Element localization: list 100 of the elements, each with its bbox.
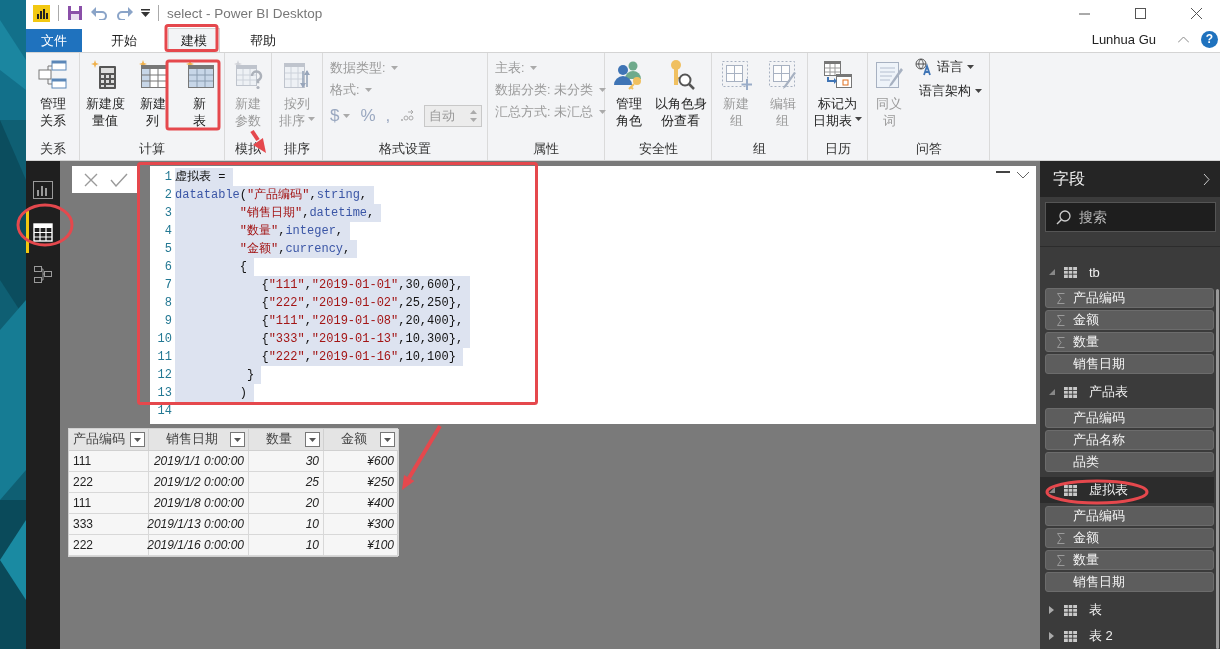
table-cell: 111 xyxy=(69,493,149,514)
column-title: 金额 xyxy=(340,431,368,448)
table-cell: 111 xyxy=(69,451,149,472)
ribbon-button[interactable]: 语言 xyxy=(915,57,982,77)
user-name: Lunhua Gu xyxy=(1091,31,1156,47)
line-number: 7 xyxy=(163,277,172,294)
help-button[interactable]: ? xyxy=(1201,30,1218,48)
filter-dropdown-icon[interactable] xyxy=(230,432,245,447)
annotation-arrow xyxy=(250,129,266,153)
column-title: 产品编码 xyxy=(73,431,125,448)
group-label: 排序 xyxy=(284,141,310,158)
column-title: 销售日期 xyxy=(164,431,219,448)
check-icon[interactable] xyxy=(110,172,128,187)
group-label: 组 xyxy=(753,141,766,158)
group-label: 属性 xyxy=(533,141,559,158)
table-cell: 2019/1/1 0:00:00 xyxy=(149,451,249,472)
line-number: 2 xyxy=(163,187,172,204)
table-item[interactable]: 产品表 xyxy=(1040,379,1214,405)
calendar-icon xyxy=(821,59,854,91)
ribbon-button[interactable]: 以角色身 份查看 xyxy=(653,57,708,132)
filter-dropdown-icon[interactable] xyxy=(305,432,320,447)
line-number: 10 xyxy=(156,331,172,348)
table-cell: ¥400 xyxy=(324,493,399,514)
table-cell: ¥250 xyxy=(324,472,399,493)
scrollbar[interactable] xyxy=(1216,289,1219,649)
table-icon xyxy=(1064,604,1077,616)
field-item[interactable]: 产品编码 xyxy=(1045,408,1214,428)
table-cell: ¥300 xyxy=(324,514,399,535)
ribbon-button[interactable]: 新建度 量值 xyxy=(84,57,126,132)
save-icon[interactable] xyxy=(67,5,83,21)
field-item[interactable]: 金额 xyxy=(1045,528,1214,548)
line-number: 12 xyxy=(156,367,172,384)
line-number: 11 xyxy=(156,349,172,366)
pane-title: 字段 xyxy=(1053,168,1085,189)
line-number: 6 xyxy=(163,259,172,276)
field-item[interactable]: 销售日期 xyxy=(1045,354,1214,374)
group-label: 安全性 xyxy=(638,141,678,158)
cancel-icon[interactable] xyxy=(84,172,98,187)
field-item[interactable]: 产品编码 xyxy=(1045,288,1214,308)
redo-icon[interactable] xyxy=(116,6,133,20)
filter-dropdown-icon[interactable] xyxy=(380,432,395,447)
table-cell: 20 xyxy=(249,493,324,514)
search-input[interactable]: 搜索 xyxy=(1079,203,1215,231)
table-item[interactable]: tb xyxy=(1040,259,1214,285)
table-cell: 222 xyxy=(69,472,149,493)
maximize-icon[interactable] xyxy=(1134,7,1146,19)
search-field[interactable]: 搜索 xyxy=(1045,202,1216,232)
field-item[interactable]: 产品编码 xyxy=(1045,506,1214,526)
table-cell: ¥600 xyxy=(324,451,399,472)
ribbon-button[interactable]: 新建 列 xyxy=(132,57,173,132)
table-cell: 2019/1/2 0:00:00 xyxy=(149,472,249,493)
ribbon-button[interactable]: 标记为 日期表 xyxy=(812,57,863,132)
caret-icon xyxy=(391,66,399,70)
table-item[interactable]: 表 xyxy=(1040,597,1214,623)
group-label: 日历 xyxy=(824,141,851,158)
field-item[interactable]: 品类 xyxy=(1045,452,1214,472)
table-cell: ¥100 xyxy=(324,535,399,556)
field-item[interactable]: 产品名称 xyxy=(1045,430,1214,450)
table-cell: 10 xyxy=(249,535,324,556)
group-label: 计算 xyxy=(139,141,165,158)
customize-icon[interactable] xyxy=(141,9,150,17)
table-cell: 2019/1/13 0:00:00 xyxy=(149,514,249,535)
formula-editor[interactable] xyxy=(150,166,1036,424)
annotation-box xyxy=(165,59,221,131)
language-icon xyxy=(915,58,933,76)
ribbon-tab[interactable]: 开始 xyxy=(82,29,166,52)
ribbon-button[interactable]: 新 表 xyxy=(179,57,220,132)
table-icon xyxy=(1064,386,1077,398)
search-icon xyxy=(1056,209,1071,225)
table-cell: 2019/1/16 0:00:00 xyxy=(149,535,249,556)
ribbon-tab[interactable]: 帮助 xyxy=(220,29,306,52)
table-cell: 25 xyxy=(249,472,324,493)
field-item[interactable]: 数量 xyxy=(1045,550,1214,570)
window-title: select - Power BI Desktop xyxy=(167,5,323,21)
ribbon-button[interactable]: 管理 角色 xyxy=(608,57,649,132)
chevron-right-icon[interactable] xyxy=(1203,172,1210,186)
field-item[interactable]: 金额 xyxy=(1045,310,1214,330)
grid-pen-icon xyxy=(766,59,799,91)
undo-icon[interactable] xyxy=(91,6,108,20)
table-item[interactable]: 表 2 xyxy=(1040,623,1214,649)
chevron-down-icon[interactable] xyxy=(1016,171,1030,179)
line-number: 5 xyxy=(163,241,172,258)
line-number: 3 xyxy=(163,205,172,222)
table-icon xyxy=(33,222,53,242)
table-cell: 30 xyxy=(249,451,324,472)
ribbon-button[interactable]: 管理 关系 xyxy=(32,57,73,132)
group-label: 关系 xyxy=(39,141,66,158)
annotation-arrow xyxy=(402,424,442,490)
close-icon[interactable] xyxy=(1190,7,1202,19)
ribbon-button[interactable]: 语言架构 xyxy=(915,81,982,101)
field-item[interactable]: 数量 xyxy=(1045,332,1214,352)
filter-dropdown-icon[interactable] xyxy=(130,432,145,447)
group-label: 格式设置 xyxy=(379,141,431,158)
field-item[interactable]: 销售日期 xyxy=(1045,572,1214,592)
line-number: 4 xyxy=(163,223,172,240)
table-icon xyxy=(1064,484,1077,496)
file-tab[interactable]: 文件 xyxy=(26,29,82,52)
line-number: 1 xyxy=(163,169,172,186)
table-icon xyxy=(1064,266,1077,278)
bar-chart-icon xyxy=(33,180,53,200)
